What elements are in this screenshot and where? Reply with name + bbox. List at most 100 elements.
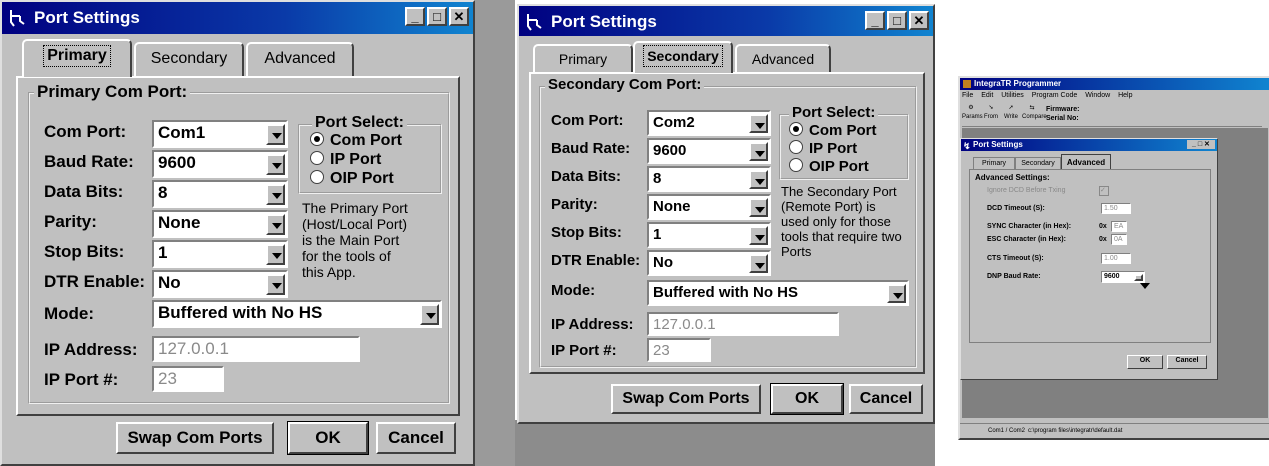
ip-address-field[interactable]: 127.0.0.1 [152, 336, 360, 362]
radio-ip-port[interactable]: IP Port [310, 151, 381, 169]
tab-secondary[interactable]: Secondary [134, 42, 244, 76]
esc-char-field[interactable]: 0A [1111, 234, 1127, 245]
chevron-down-icon[interactable] [749, 114, 768, 133]
ignore-dcd-checkbox[interactable]: ✓ [1099, 186, 1109, 196]
ok-button[interactable]: OK [770, 383, 844, 415]
dtr-enable-select[interactable]: No [647, 250, 771, 276]
close-button[interactable]: ✕ [909, 11, 929, 30]
dialog-cancel-button[interactable]: Cancel [1167, 355, 1207, 369]
mode-select[interactable]: Buffered with No HS [152, 300, 442, 328]
chevron-down-icon[interactable] [1134, 274, 1150, 289]
port-note: The Primary Port (Host/Local Port) is the … [302, 200, 408, 280]
maximize-button[interactable]: □ [427, 7, 447, 26]
menu-edit[interactable]: Edit [981, 92, 993, 99]
menu-program-code[interactable]: Program Code [1032, 92, 1078, 99]
tab-secondary[interactable]: Secondary [633, 41, 733, 73]
chevron-down-icon[interactable] [266, 244, 285, 265]
esc-prefix: 0x [1099, 236, 1107, 243]
chevron-down-icon[interactable] [749, 198, 768, 217]
ip-address-label: IP Address: [44, 340, 138, 359]
tab-panel: Primary Com Port: Com Port: Com1 Baud Ra… [16, 76, 460, 416]
chevron-down-icon[interactable] [749, 170, 768, 189]
app-title: IntegraTR Programmer [974, 79, 1062, 88]
close-button[interactable]: ✕ [449, 7, 469, 26]
menu-file[interactable]: File [962, 92, 973, 99]
menu-utilities[interactable]: Utilities [1001, 92, 1024, 99]
chevron-down-icon[interactable] [266, 154, 285, 175]
radio-icon [310, 151, 324, 165]
tab-advanced[interactable]: Advanced [1061, 154, 1111, 170]
ip-address-field[interactable]: 127.0.0.1 [647, 312, 839, 336]
chevron-down-icon[interactable] [887, 284, 906, 303]
com-port-select[interactable]: Com1 [152, 120, 288, 148]
radio-icon [789, 140, 803, 154]
cancel-button[interactable]: Cancel [849, 384, 923, 414]
cts-timeout-label: CTS Timeout (S): [987, 255, 1044, 262]
ip-port-label: IP Port #: [44, 370, 119, 389]
tab-advanced[interactable]: Advanced [735, 44, 831, 74]
baud-rate-select[interactable]: 9600 [152, 150, 288, 178]
dialog-ok-button[interactable]: OK [1127, 355, 1163, 369]
ip-port-label: IP Port #: [551, 342, 617, 359]
parity-select[interactable]: None [152, 210, 288, 238]
data-bits-label: Data Bits: [551, 168, 622, 185]
menu-window[interactable]: Window [1085, 92, 1110, 99]
minimize-button[interactable]: _ [865, 11, 885, 30]
radio-oip-port[interactable]: OIP Port [310, 170, 394, 188]
firmware-label: Firmware: [1046, 106, 1080, 113]
tab-primary[interactable]: Primary [22, 39, 132, 77]
minimize-button[interactable]: _ [405, 7, 425, 26]
menu-help[interactable]: Help [1118, 92, 1132, 99]
menu-bar: File Edit Utilities Program Code Window … [962, 92, 1133, 102]
cancel-button[interactable]: Cancel [376, 422, 456, 454]
ip-port-field[interactable]: 23 [152, 366, 224, 392]
tab-primary[interactable]: Primary [533, 44, 633, 74]
tab-advanced[interactable]: Advanced [246, 42, 354, 76]
swap-com-ports-button[interactable]: Swap Com Ports [611, 384, 761, 414]
dnp-baud-select[interactable]: 9600 [1101, 271, 1150, 289]
radio-oip-port[interactable]: OIP Port [789, 158, 869, 175]
swap-com-ports-button[interactable]: Swap Com Ports [116, 422, 274, 454]
write-button[interactable]: ➚ Write [1002, 104, 1020, 124]
chevron-down-icon[interactable] [420, 304, 439, 325]
parity-select[interactable]: None [647, 194, 771, 220]
chevron-down-icon[interactable] [266, 124, 285, 145]
chevron-down-icon[interactable] [266, 214, 285, 235]
compare-button[interactable]: ⇆ Compare [1022, 104, 1047, 124]
sync-char-field[interactable]: EA [1111, 221, 1127, 232]
port-settings-dialog-advanced: ↯ Port Settings _ □ ✕ Primary Secondary … [960, 138, 1218, 380]
tab-panel: Secondary Com Port: Com Port: Com2 Baud … [529, 72, 925, 374]
dialog-window-controls[interactable]: _ □ ✕ [1187, 140, 1215, 149]
mode-label: Mode: [44, 304, 95, 323]
params-button[interactable]: ⚙ Params [962, 104, 983, 124]
stop-bits-label: Stop Bits: [551, 224, 622, 241]
group-label: Secondary Com Port: [545, 76, 705, 93]
ip-port-field[interactable]: 23 [647, 338, 711, 362]
from-button[interactable]: ➘ From [982, 104, 1000, 124]
ok-button[interactable]: OK [287, 421, 369, 455]
radio-icon [310, 170, 324, 184]
radio-com-port[interactable]: Com Port [310, 132, 402, 150]
dtr-enable-select[interactable]: No [152, 270, 288, 298]
cts-timeout-field[interactable]: 1.00 [1101, 253, 1131, 264]
chevron-down-icon[interactable] [266, 274, 285, 295]
chevron-down-icon[interactable] [749, 226, 768, 245]
stop-bits-select[interactable]: 1 [152, 240, 288, 268]
maximize-button[interactable]: □ [887, 11, 907, 30]
data-bits-select[interactable]: 8 [647, 166, 771, 192]
com-port-select[interactable]: Com2 [647, 110, 771, 136]
radio-com-port[interactable]: Com Port [789, 122, 877, 139]
dcd-timeout-field[interactable]: 1.50 [1101, 203, 1131, 214]
baud-rate-select[interactable]: 9600 [647, 138, 771, 164]
data-bits-select[interactable]: 8 [152, 180, 288, 208]
chevron-down-icon[interactable] [749, 142, 768, 161]
radio-ip-port[interactable]: IP Port [789, 140, 857, 157]
esc-label: ESC Character (in Hex): [987, 236, 1066, 243]
chevron-down-icon[interactable] [749, 254, 768, 273]
chevron-down-icon[interactable] [266, 184, 285, 205]
stop-bits-select[interactable]: 1 [647, 222, 771, 248]
port-settings-window-secondary: Port Settings _ □ ✕ Primary Secondary Ad… [517, 4, 935, 424]
dnp-baud-label: DNP Baud Rate: [987, 273, 1041, 280]
dialog-title: Port Settings [973, 140, 1023, 149]
mode-select[interactable]: Buffered with No HS [647, 280, 909, 306]
